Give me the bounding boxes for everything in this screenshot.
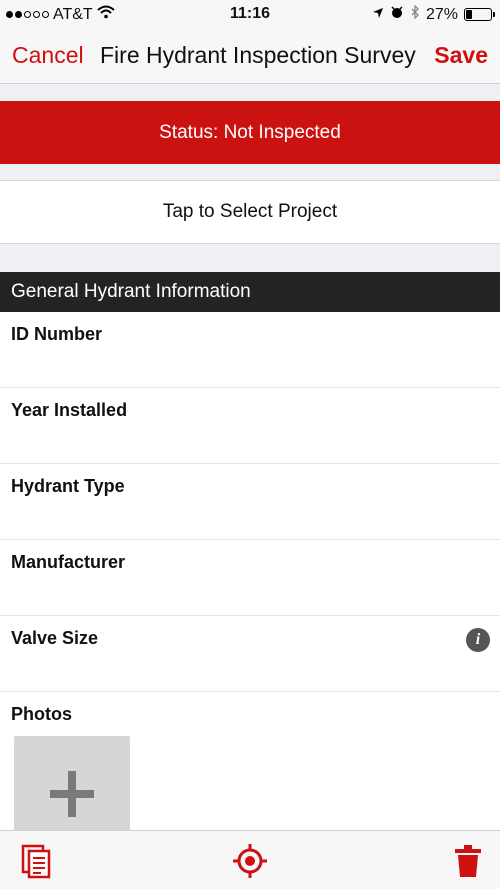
select-project-button[interactable]: Tap to Select Project	[0, 180, 500, 244]
field-label: Year Installed	[11, 400, 128, 420]
delete-button[interactable]	[448, 841, 488, 881]
save-button[interactable]: Save	[434, 42, 488, 69]
field-label: Photos	[11, 704, 72, 724]
trash-icon	[455, 845, 481, 877]
bluetooth-icon	[410, 4, 420, 24]
status-badge: Status: Not Inspected	[0, 101, 500, 164]
field-valve-size[interactable]: Valve Size i	[0, 616, 500, 692]
location-arrow-icon	[372, 6, 384, 24]
locate-button[interactable]	[230, 841, 270, 881]
alarm-icon	[390, 5, 404, 24]
info-icon[interactable]: i	[466, 628, 490, 652]
battery-percent: 27%	[425, 5, 458, 23]
copy-form-button[interactable]	[16, 841, 56, 881]
status-text: Status: Not Inspected	[159, 121, 341, 143]
add-photo-button[interactable]	[14, 736, 130, 832]
field-label: Manufacturer	[11, 552, 126, 572]
bottom-toolbar	[0, 830, 500, 889]
page-title: Fire Hydrant Inspection Survey	[100, 42, 416, 68]
battery-icon	[464, 8, 495, 21]
cancel-button[interactable]: Cancel	[12, 42, 84, 69]
field-id-number[interactable]: ID Number	[0, 312, 500, 388]
copy-form-icon	[21, 844, 51, 879]
field-label: Hydrant Type	[11, 476, 125, 496]
field-year-installed[interactable]: Year Installed	[0, 388, 500, 464]
navigation-bar: Cancel Fire Hydrant Inspection Survey Sa…	[0, 28, 500, 84]
section-header: General Hydrant Information	[0, 272, 500, 312]
section-title: General Hydrant Information	[11, 281, 251, 302]
status-right: 27%	[372, 4, 495, 24]
status-bar: AT&T 11:16 27%	[0, 0, 500, 28]
field-manufacturer[interactable]: Manufacturer	[0, 540, 500, 616]
locate-icon	[233, 844, 267, 878]
field-label: Valve Size	[11, 628, 99, 648]
battery-level-fill	[466, 10, 473, 19]
field-hydrant-type[interactable]: Hydrant Type	[0, 464, 500, 540]
field-label: ID Number	[11, 324, 103, 344]
select-project-label: Tap to Select Project	[162, 201, 338, 222]
